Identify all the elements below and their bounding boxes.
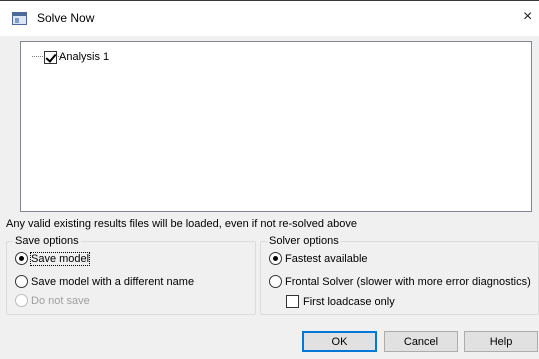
help-button[interactable]: Help bbox=[464, 331, 538, 352]
analysis-tree[interactable]: Analysis 1 bbox=[20, 41, 532, 212]
analysis-1-checkbox[interactable] bbox=[44, 50, 57, 64]
fastest-available-option[interactable]: Fastest available bbox=[269, 252, 368, 265]
close-icon[interactable]: × bbox=[523, 7, 539, 27]
title-bar: Solve Now × bbox=[0, 0, 539, 36]
frontal-solver-label: Frontal Solver (slower with more error d… bbox=[285, 275, 531, 288]
frontal-solver-radio[interactable] bbox=[269, 275, 282, 288]
first-loadcase-option[interactable]: First loadcase only bbox=[286, 295, 395, 308]
save-different-name-radio[interactable] bbox=[15, 275, 28, 288]
save-model-option[interactable]: Save model bbox=[15, 251, 91, 266]
info-text: Any valid existing results files will be… bbox=[6, 218, 357, 230]
do-not-save-label: Do not save bbox=[31, 294, 90, 307]
do-not-save-option: Do not save bbox=[15, 294, 90, 307]
save-different-name-label: Save model with a different name bbox=[31, 275, 195, 288]
cancel-button[interactable]: Cancel bbox=[384, 331, 458, 352]
solver-options-title: Solver options bbox=[267, 235, 341, 247]
dialog-title: Solve Now bbox=[37, 11, 95, 25]
save-model-radio[interactable] bbox=[15, 252, 28, 265]
save-different-name-option[interactable]: Save model with a different name bbox=[15, 275, 194, 288]
fastest-available-label: Fastest available bbox=[285, 252, 368, 265]
solver-options-group: Solver options Fastest available Frontal… bbox=[260, 235, 539, 315]
fastest-available-radio[interactable] bbox=[269, 252, 282, 265]
app-window-icon bbox=[12, 12, 27, 25]
first-loadcase-label: First loadcase only bbox=[303, 295, 395, 308]
save-options-group: Save options Save model Save model with … bbox=[6, 235, 256, 315]
frontal-solver-option[interactable]: Frontal Solver (slower with more error d… bbox=[269, 275, 531, 288]
save-options-title: Save options bbox=[13, 235, 81, 247]
first-loadcase-checkbox[interactable] bbox=[286, 295, 299, 308]
tree-item-label: Analysis 1 bbox=[59, 51, 110, 63]
tree-item-analysis-1[interactable]: Analysis 1 bbox=[44, 50, 109, 64]
save-model-label: Save model bbox=[29, 251, 91, 266]
do-not-save-radio bbox=[15, 294, 28, 307]
ok-button[interactable]: OK bbox=[302, 331, 377, 352]
